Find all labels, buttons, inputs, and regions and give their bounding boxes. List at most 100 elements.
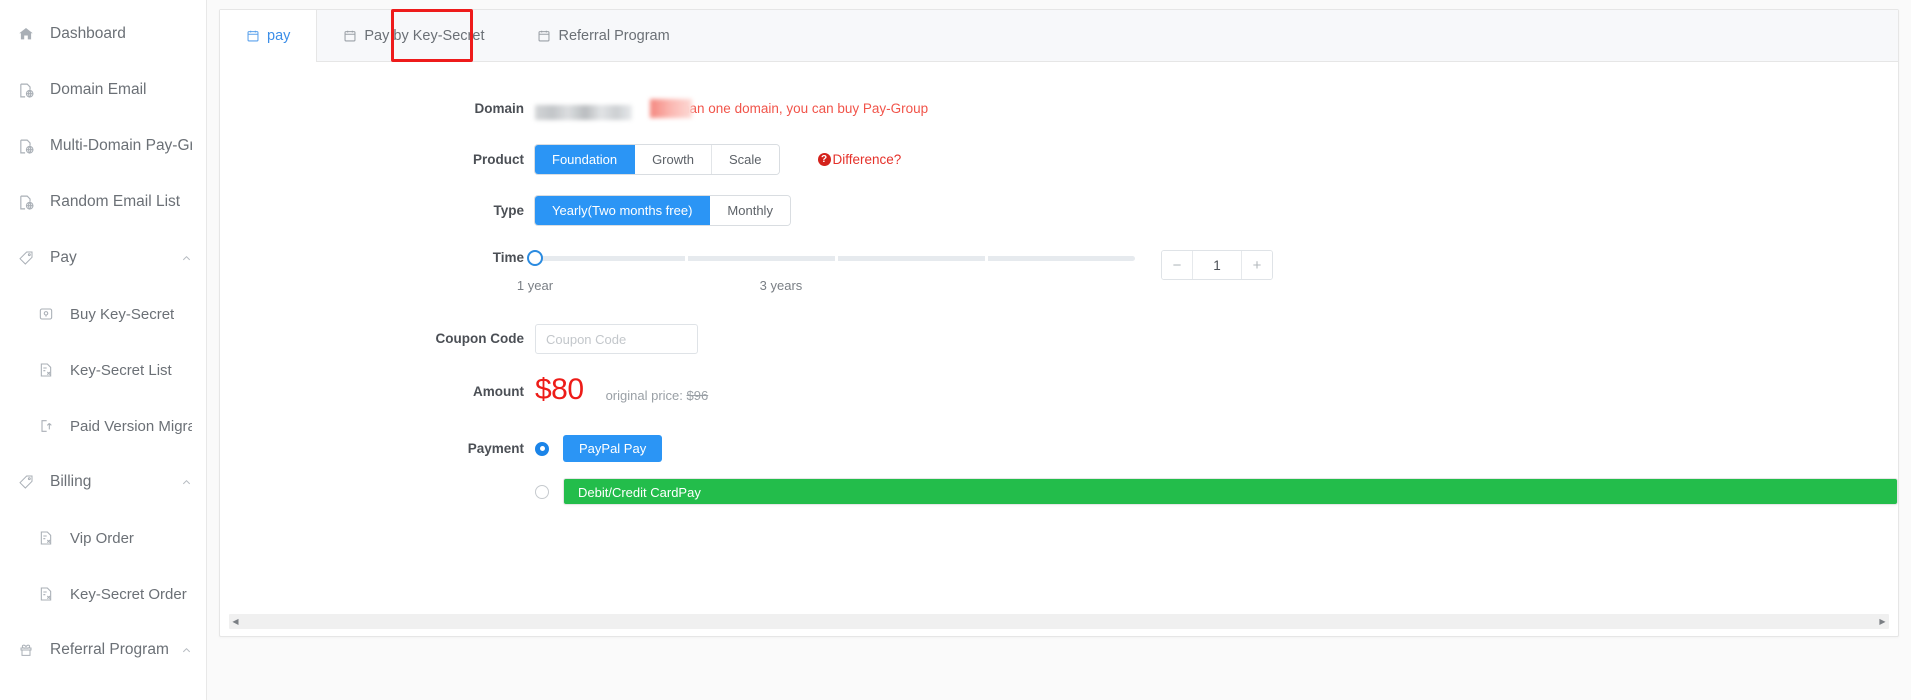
list-icon [36,360,56,380]
sidebar-item-key-secret-list[interactable]: Key-Secret List [0,342,206,398]
sidebar-group-referral-program[interactable]: Referral Program [0,622,206,678]
product-option-scale[interactable]: Scale [711,145,779,174]
sidebar-item-label: Key-Secret Order [70,585,187,603]
type-option-yearly[interactable]: Yearly(Two months free) [535,196,711,225]
product-option-group: Foundation Growth Scale [535,145,779,174]
form-row-amount: Amount $80 original price: $96 [220,375,1898,409]
scrollbar-thumb[interactable] [242,616,1876,627]
tab-label: Referral Program [558,27,670,44]
tag-icon [16,472,36,492]
tab-referral-program[interactable]: Referral Program [511,10,696,61]
chevron-up-icon [181,645,192,656]
time-slider[interactable]: 1 year 3 years [517,247,1135,298]
difference-link-label: Difference? [832,152,902,167]
domain-hint-text: ore than one domain, you can buy Pay-Gro… [655,101,929,116]
paypal-pay-button[interactable]: PayPal Pay [563,435,663,462]
domain-email-icon [16,136,36,156]
sidebar-item-vip-order[interactable]: Vip Order [0,510,206,566]
question-mark-icon: ? [817,153,831,166]
list-icon [36,584,56,604]
sidebar-item-random-email-list[interactable]: Random Email List [0,174,206,230]
upload-icon [36,416,56,436]
type-option-group: Yearly(Two months free) Monthly [535,196,790,225]
quantity-increment-button[interactable]: + [1242,251,1272,279]
domain-email-icon [16,192,36,212]
tab-pay[interactable]: pay [220,10,318,62]
debit-credit-card-pay-button[interactable]: Debit/Credit CardPay [563,478,1898,505]
time-label: Time [492,250,524,265]
domain-hint-mask [650,99,692,118]
sidebar-group-pay[interactable]: Pay [0,230,206,286]
sidebar-item-label: Random Email List [50,193,181,210]
time-slider-track[interactable] [527,250,1135,266]
sidebar-item-label: Domain Email [50,81,147,98]
sidebar-item-referral-program[interactable]: Referral Program [0,678,206,700]
payment-radio-paypal[interactable] [535,441,549,456]
sidebar-item-multi-domain-pay-group[interactable]: Multi-Domain Pay-Group [0,118,206,174]
pay-card: pay Pay by Key-Secret Referral Program D… [219,9,1899,637]
time-slider-handle[interactable] [527,250,543,266]
sidebar-item-label: Buy Key-Secret [70,305,175,323]
form-row-type: Type Yearly(Two months free) Monthly [220,196,1898,226]
sidebar-item-label: Paid Version Migration [70,417,192,435]
chevron-up-icon [181,253,192,264]
tab-label: Pay by Key-Secret [364,27,485,44]
product-label: Product [472,152,524,167]
time-tick-max: 3 years [759,278,803,293]
product-option-foundation[interactable]: Foundation [535,145,636,174]
slider-mark [985,256,988,261]
home-icon [16,24,36,44]
scroll-right-arrow-icon[interactable]: ▶ [1876,615,1889,628]
amount-original-prefix: original price: [605,388,687,403]
form-row-domain: Domain ore than one domain, you can buy … [220,94,1898,124]
app-root: Dashboard Domain Email Multi-Domain Pay-… [0,0,1911,700]
calendar-icon [537,29,551,43]
horizontal-scrollbar[interactable]: ◀ ▶ [229,614,1889,629]
sidebar-item-label: Key-Secret List [70,361,172,379]
slider-mark [835,256,838,261]
form-row-payment: Payment PayPal Pay [220,435,1898,462]
type-label: Type [493,203,524,218]
type-option-monthly[interactable]: Monthly [710,196,790,225]
sidebar-item-label: Multi-Domain Pay-Group [50,137,192,154]
sidebar-group-billing[interactable]: Billing [0,454,206,510]
coupon-input[interactable] [535,324,698,354]
product-option-growth[interactable]: Growth [635,145,712,174]
difference-link[interactable]: ? Difference? [817,145,902,174]
domain-value-redacted [535,105,632,120]
sidebar-item-key-secret-order[interactable]: Key-Secret Order [0,566,206,622]
quantity-decrement-button[interactable]: − [1162,251,1192,279]
amount-label: Amount [473,384,524,399]
sidebar-item-paid-version-migration[interactable]: Paid Version Migration [0,398,206,454]
quantity-value[interactable]: 1 [1192,251,1242,279]
form-row-time: Time 1 year 3 years − 1 + [220,247,1898,298]
form-row-coupon: Coupon Code [220,324,1898,354]
sidebar-item-label: Referral Program [50,641,169,658]
form-row-product: Product Foundation Growth Scale ? Differ… [220,145,1898,175]
sidebar-item-buy-key-secret[interactable]: Buy Key-Secret [0,286,206,342]
calendar-icon [246,29,260,43]
tab-pay-by-key-secret[interactable]: Pay by Key-Secret [317,10,511,61]
payment-label: Payment [467,441,524,456]
sidebar-item-dashboard[interactable]: Dashboard [0,6,206,62]
amount-price: $80 [535,373,584,406]
amount-original-price: original price: $96 [606,388,709,405]
tab-label: pay [267,28,291,44]
sidebar-item-domain-email[interactable]: Domain Email [0,62,206,118]
main-content: pay Pay by Key-Secret Referral Program D… [207,0,1911,700]
sidebar-item-label: Billing [50,473,92,490]
sidebar-item-label: Dashboard [50,25,126,42]
coupon-label: Coupon Code [435,331,524,346]
chevron-up-icon [181,477,192,488]
domain-hint: ore than one domain, you can buy Pay-Gro… [650,94,929,124]
payment-radio-card[interactable] [535,484,549,499]
pay-form: Domain ore than one domain, you can buy … [220,62,1898,614]
cloud-icon [36,696,56,700]
form-row-payment-card: Debit/Credit CardPay [220,478,1898,505]
sidebar-item-label: Vip Order [70,529,134,547]
tab-bar: pay Pay by Key-Secret Referral Program [220,10,1898,62]
scroll-left-arrow-icon[interactable]: ◀ [229,615,242,628]
list-icon [36,528,56,548]
domain-email-icon [16,80,36,100]
time-slider-ticks: 1 year 3 years [517,278,1135,298]
